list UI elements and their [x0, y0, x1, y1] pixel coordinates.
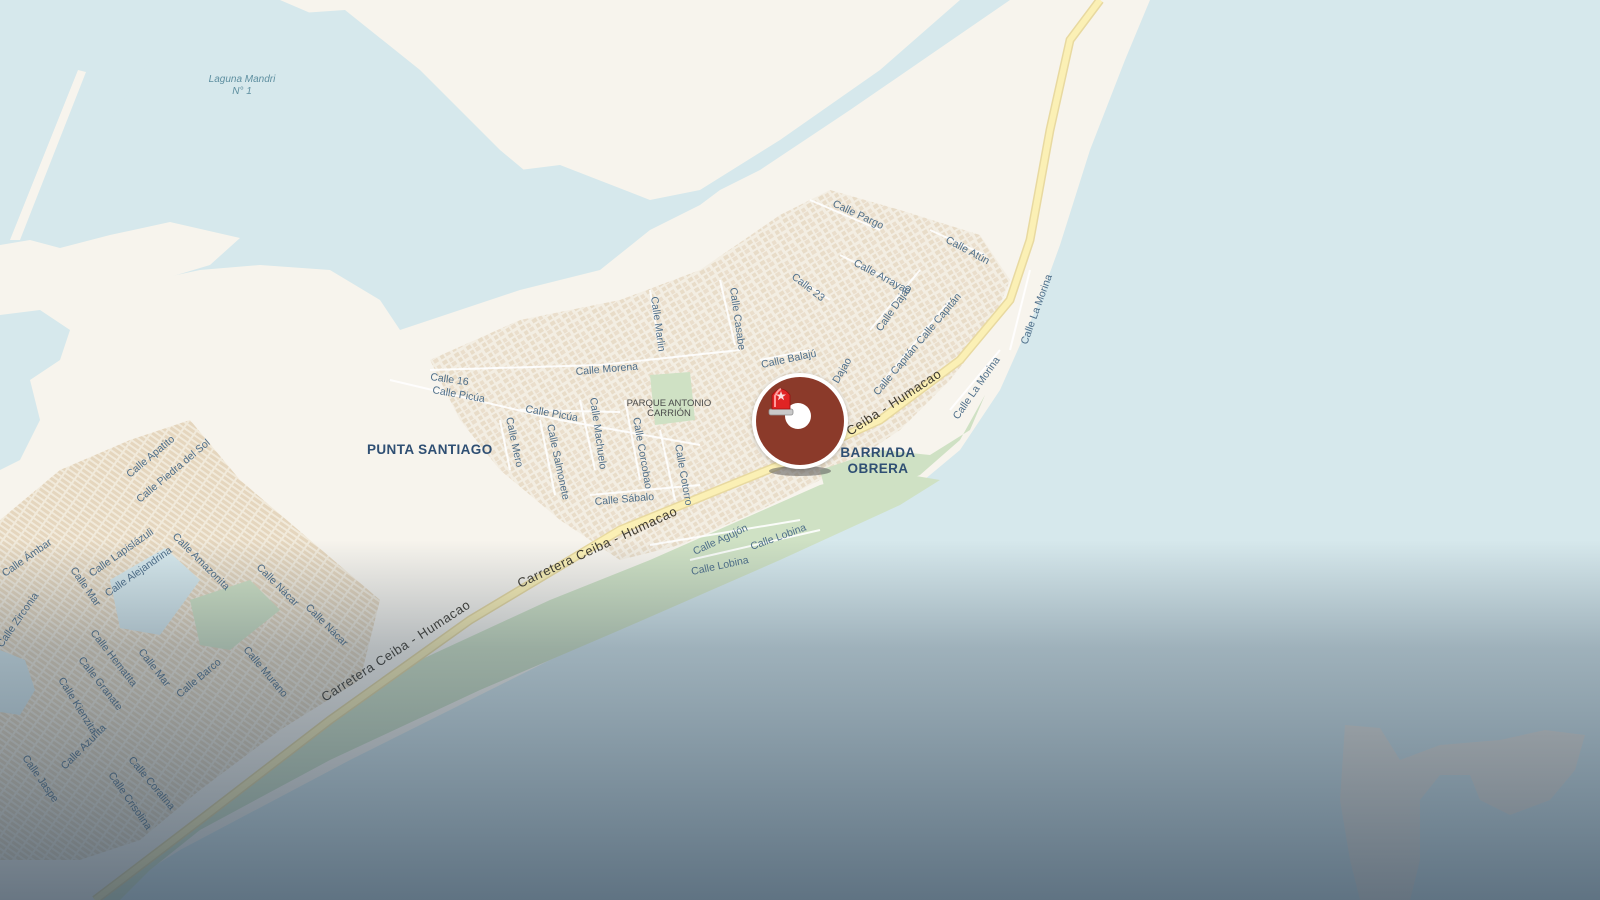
park-label-2: CARRIÓN	[647, 408, 691, 419]
place-barriada-obrera-1: BARRIADA	[840, 445, 915, 460]
place-punta-santiago: PUNTA SANTIAGO	[367, 442, 493, 457]
siren-icon	[768, 388, 794, 416]
place-barriada-obrera-2: OBRERA	[848, 461, 909, 476]
laguna-label-1: Laguna Mandri	[209, 74, 276, 85]
incident-marker[interactable]	[752, 373, 848, 469]
laguna-label-2: N° 1	[232, 86, 252, 97]
